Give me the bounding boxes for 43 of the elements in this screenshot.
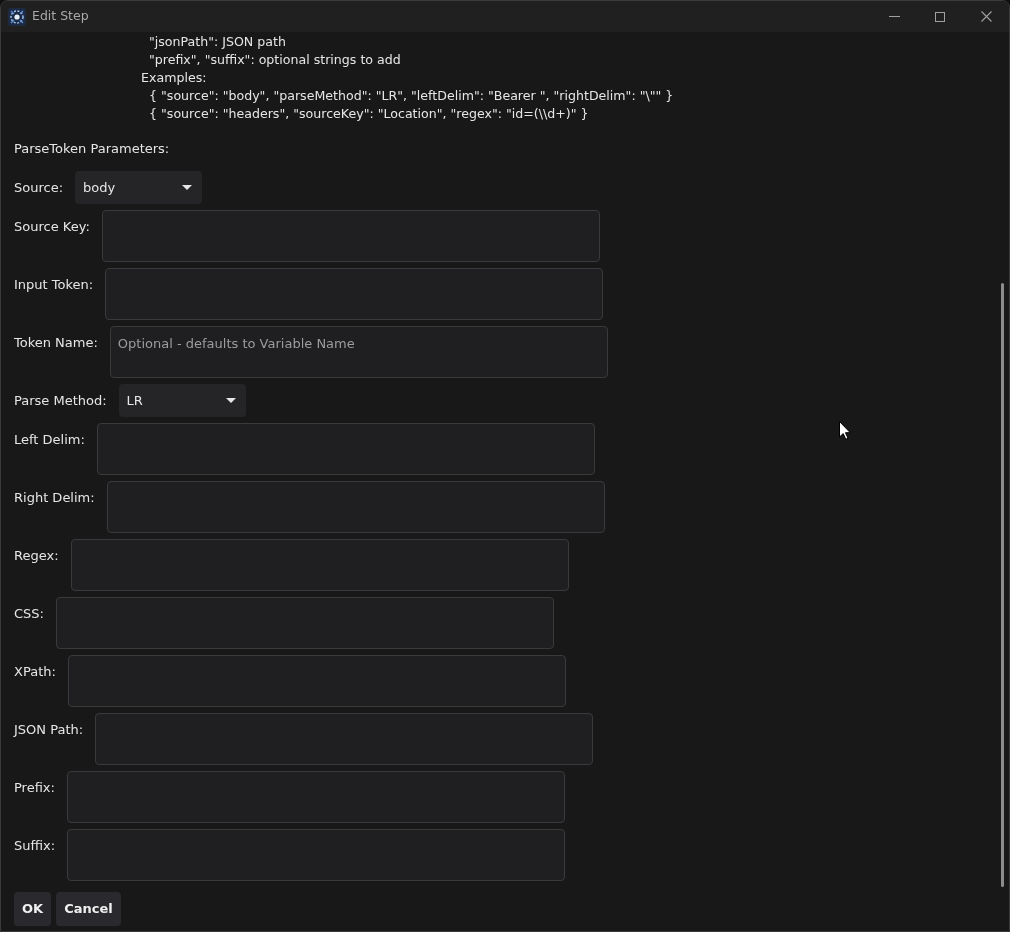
app-icon — [8, 7, 26, 26]
field-label: Suffix: — [14, 837, 56, 855]
field-label: Parse Method: — [14, 391, 107, 410]
input-field[interactable] — [66, 771, 565, 823]
minimize-icon[interactable] — [888, 16, 900, 17]
help-text-line: Examples: — [141, 69, 208, 87]
dropdown[interactable]: body — [75, 171, 203, 204]
input-field[interactable] — [55, 597, 554, 649]
close-icon[interactable] — [980, 11, 992, 22]
field-label: Prefix: — [14, 779, 55, 797]
input-field[interactable] — [105, 268, 604, 320]
window-title: Edit Step — [32, 7, 89, 26]
dropdown[interactable]: LR — [118, 384, 246, 417]
help-text-line: { "source": "headers", "sourceKey": "Location", "regex": "id=(\\d+)" } — [148, 105, 590, 123]
field-label: Token Name: — [14, 334, 98, 352]
input-field[interactable] — [106, 481, 605, 533]
field-label: XPath: — [14, 663, 56, 681]
scrollbar-thumb[interactable] — [1001, 283, 1004, 887]
help-text-line: "jsonPath": JSON path — [148, 33, 287, 51]
input-field[interactable] — [67, 829, 566, 881]
field-label: JSON Path: — [14, 721, 84, 739]
field-label: Right Delim: — [14, 489, 95, 507]
input-field[interactable] — [96, 423, 595, 475]
field-label: Regex: — [14, 547, 59, 565]
field-label: Source Key: — [14, 218, 90, 236]
input-field[interactable] — [95, 713, 594, 765]
help-text-line: { "source": "body", "parseMethod": "LR", "leftDelim": "Bearer ", "rightDelim": "\"" } — [148, 87, 675, 105]
input-field[interactable]: Optional - defaults to Variable Name — [109, 326, 608, 378]
input-field[interactable] — [101, 210, 600, 262]
caret-icon — [182, 185, 193, 190]
help-text-line: "prefix", "suffix": optional strings to add — [148, 51, 402, 69]
ok-button[interactable]: OK — [14, 892, 52, 926]
caret-icon — [225, 398, 236, 403]
field-label: CSS: — [14, 605, 44, 623]
cancel-button[interactable]: Cancel — [56, 892, 121, 926]
input-field[interactable] — [70, 539, 569, 591]
mouse-cursor-icon — [839, 421, 851, 440]
field-label: Source: — [14, 178, 64, 197]
maximize-icon[interactable] — [935, 11, 945, 22]
section-heading: ParseToken Parameters: — [14, 140, 171, 158]
field-label: Input Token: — [14, 276, 94, 294]
input-field[interactable] — [67, 655, 566, 707]
field-label: Left Delim: — [14, 431, 85, 449]
